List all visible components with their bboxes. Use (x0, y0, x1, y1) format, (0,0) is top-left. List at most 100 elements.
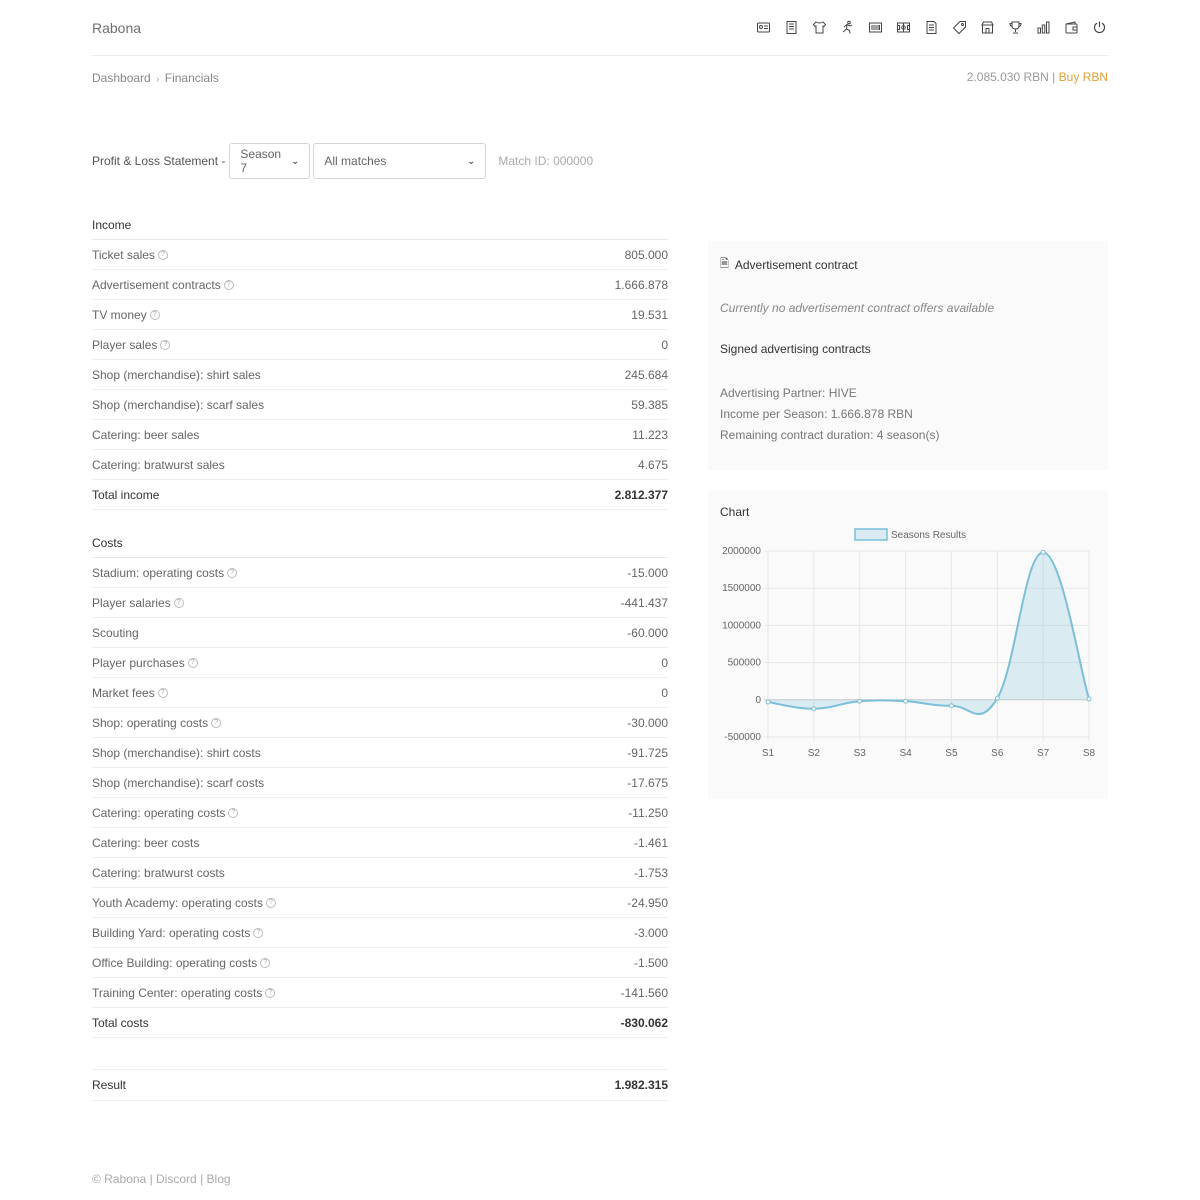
income-label: Catering: beer sales (92, 428, 199, 442)
balance-amount: 2.085.030 RBN (966, 70, 1049, 84)
help-icon[interactable]: ? (211, 718, 222, 729)
pitch-icon[interactable] (895, 19, 912, 36)
buy-rbn-link[interactable]: Buy RBN (1059, 70, 1108, 84)
help-icon[interactable]: ? (160, 340, 171, 351)
breadcrumb-separator: › (156, 74, 160, 85)
id-card-icon[interactable] (755, 19, 772, 36)
help-icon[interactable]: ? (157, 688, 168, 699)
cost-value: -1.753 (633, 865, 668, 880)
income-label: Shop (merchandise): scarf sales (92, 398, 264, 412)
footer-discord-link[interactable]: Discord (156, 1172, 197, 1186)
cost-label: Youth Academy: operating costs? (92, 896, 276, 910)
brand-logo[interactable]: Rabona (92, 20, 141, 36)
cost-row: Catering: bratwurst costs -1.753 (92, 858, 668, 888)
footer-separator: | (149, 1172, 153, 1186)
wallet-icon[interactable] (1063, 19, 1080, 36)
help-icon[interactable]: ? (187, 658, 198, 669)
cost-row: Player purchases? 0 (92, 648, 668, 678)
total-costs-row: Total costs -830.062 (92, 1008, 668, 1038)
matches-select[interactable]: All matches ⌄ (313, 143, 487, 179)
cost-label-text: Catering: beer costs (92, 835, 200, 850)
data-point (1086, 696, 1092, 702)
cost-value: -17.675 (627, 775, 668, 790)
cost-label-text: Catering: operating costs (92, 805, 226, 820)
data-point (857, 698, 863, 704)
cost-label: Training Center: operating costs? (92, 986, 276, 1000)
balance-divider: | (1052, 70, 1056, 84)
total-income-value: 2.812.377 (614, 487, 668, 502)
help-icon[interactable]: ? (228, 808, 239, 819)
total-income-row: Total income 2.812.377 (92, 480, 668, 510)
document-icon[interactable] (923, 19, 940, 36)
help-icon[interactable]: ? (149, 310, 160, 321)
signed-contracts-heading: Signed advertising contracts (720, 342, 871, 356)
store-icon[interactable] (979, 19, 996, 36)
cost-value: -30.000 (627, 715, 668, 730)
bar-chart-icon[interactable] (1035, 19, 1052, 36)
running-icon[interactable] (839, 19, 856, 36)
x-tick-label: S3 (854, 748, 867, 759)
income-label-text: Ticket sales (92, 247, 155, 262)
income-value: 805.000 (624, 247, 668, 262)
contract-info: Advertising Partner: HIVE Income per Sea… (720, 383, 1096, 446)
cost-row: Office Building: operating costs? -1.500 (92, 948, 668, 978)
cost-label: Market fees? (92, 686, 168, 700)
help-icon[interactable]: ? (260, 958, 271, 969)
footer-copyright: © Rabona (92, 1172, 147, 1186)
building-icon[interactable] (783, 19, 800, 36)
cost-value: 0 (661, 655, 668, 670)
result-value: 1.982.315 (614, 1078, 668, 1092)
help-icon[interactable]: ? (157, 250, 168, 261)
cost-label: Player purchases? (92, 656, 198, 670)
help-icon[interactable]: ? (227, 568, 238, 579)
income-label-text: Shop (merchandise): scarf sales (92, 397, 265, 412)
breadcrumb-dashboard-link[interactable]: Dashboard (92, 71, 151, 85)
help-icon[interactable]: ? (173, 598, 184, 609)
cost-value: -1.500 (633, 955, 668, 970)
advertisement-panel: 🗎 Advertisement contract Currently no ad… (708, 241, 1108, 470)
y-tick-label: 1000000 (722, 620, 761, 631)
cost-label: Scouting (92, 626, 139, 640)
x-tick-label: S8 (1083, 748, 1096, 759)
income-row: Ticket sales? 805.000 (92, 240, 668, 270)
cost-label-text: Player salaries (92, 595, 171, 610)
profit-loss-table: Income Ticket sales? 805.000 Advertisement… (92, 210, 668, 1101)
data-point (903, 698, 909, 704)
help-icon[interactable]: ? (266, 898, 276, 909)
cost-label: Player salaries? (92, 596, 184, 610)
chevron-down-icon: ⌄ (291, 155, 300, 167)
cost-label-text: Shop (merchandise): shirt costs (92, 745, 261, 760)
cost-label-text: Shop (merchandise): scarf costs (92, 775, 265, 790)
trophy-icon[interactable] (1007, 19, 1024, 36)
total-costs-label: Total costs (92, 1015, 149, 1030)
cost-label-text: Office Building: operating costs (92, 955, 258, 970)
season-select[interactable]: Season 7 ⌄ (229, 143, 311, 179)
income-value: 4.675 (637, 457, 668, 472)
cost-label-text: Building Yard: operating costs (92, 925, 251, 940)
help-icon[interactable]: ? (223, 280, 234, 291)
breadcrumb: Dashboard › Financials (92, 71, 219, 85)
power-icon[interactable] (1091, 19, 1108, 36)
total-income-label: Total income (92, 487, 160, 502)
help-icon[interactable]: ? (265, 988, 276, 999)
tag-icon[interactable] (951, 19, 968, 36)
chart-title: Chart (720, 505, 750, 519)
cost-row: Catering: operating costs? -11.250 (92, 798, 668, 828)
result-row: Result 1.982.315 (92, 1070, 668, 1101)
match-id-label: Match ID: 000000 (498, 154, 594, 168)
footer-blog-link[interactable]: Blog (207, 1172, 231, 1186)
help-icon[interactable]: ? (253, 928, 264, 939)
cost-label: Shop: operating costs? (92, 716, 222, 730)
cost-row: Youth Academy: operating costs? -24.950 (92, 888, 668, 918)
income-label: Shop (merchandise): shirt sales (92, 368, 261, 382)
advertisement-title-text: Advertisement contract (734, 257, 858, 272)
seasons-results-chart: -500000 0 500000 1000000 1500000 2000000 S1 S2 S… (722, 528, 1096, 759)
shirt-icon[interactable] (811, 19, 828, 36)
cost-label: Office Building: operating costs? (92, 955, 271, 970)
income-row: Advertisement contracts? 1.666.878 (92, 270, 668, 300)
y-tick-label: 1500000 (722, 583, 761, 594)
x-tick-label: S4 (899, 748, 912, 759)
income-row: Shop (merchandise): scarf sales 59.385 (92, 390, 668, 420)
balance-display: 2.085.030 RBN | Buy RBN (967, 70, 1108, 84)
barcode-icon[interactable] (867, 19, 884, 36)
